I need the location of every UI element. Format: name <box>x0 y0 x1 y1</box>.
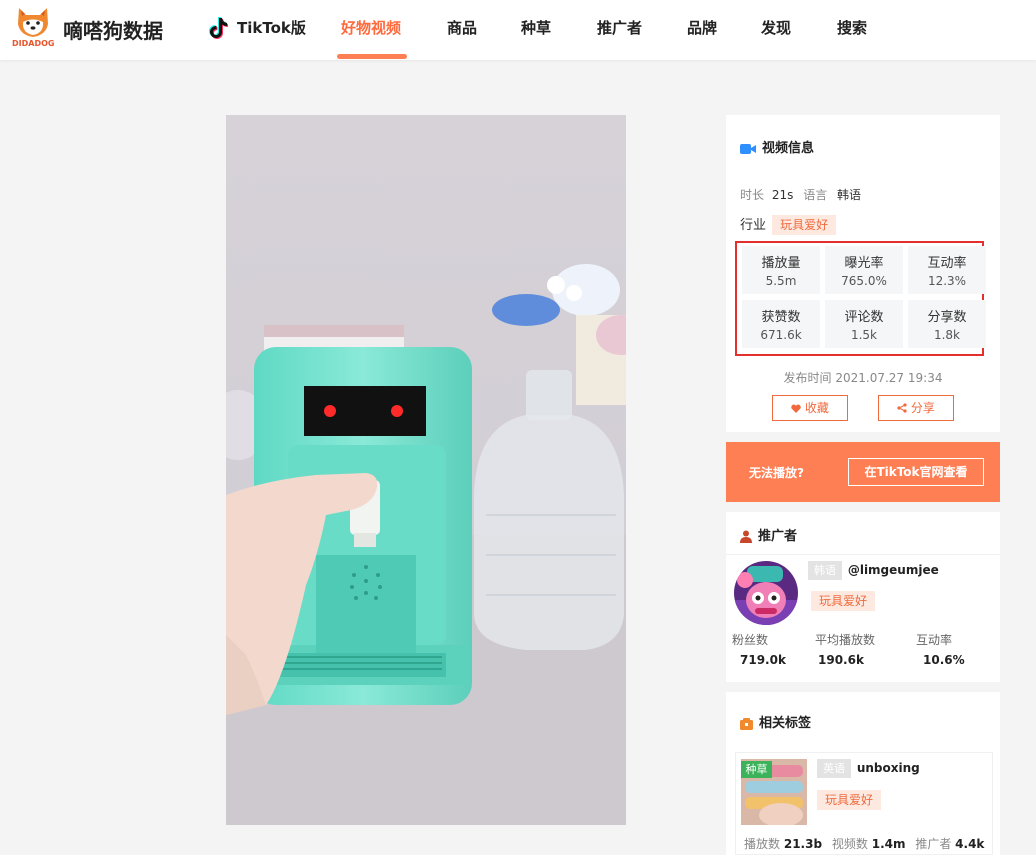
tag-promoters-value: 4.4k <box>955 837 985 851</box>
tag-name-row: 英语 unboxing <box>817 759 920 778</box>
stat-shares: 分享数 1.8k <box>908 300 986 348</box>
stat-value: 1.5k <box>850 328 878 342</box>
stat-likes: 获赞数 671.6k <box>742 300 820 348</box>
logo-text: DIDADOG <box>12 39 55 48</box>
promoter-title-text: 推广者 <box>758 529 798 544</box>
industry-tag[interactable]: 玩具爱好 <box>772 215 837 235</box>
related-tags-card: 相关标签 种草 英语 unboxing 玩具爱好 播放数 21.3b 视频数 1… <box>726 692 1000 855</box>
tag-category-row: 玩具爱好 <box>817 789 882 810</box>
video-stats-grid: 播放量 5.5m 曝光率 765.0% 互动率 12.3% 获赞数 671.6k… <box>735 241 986 356</box>
language-label: 语言 <box>803 188 828 202</box>
publish-time-value: 2021.07.27 19:34 <box>835 371 943 385</box>
industry-row: 行业 玩具爱好 <box>740 214 837 235</box>
divider <box>726 554 1000 555</box>
playback-fallback-bar: 无法播放? 在TikTok官网查看 <box>726 442 1000 502</box>
duration-row: 时长 21s 语言 韩语 <box>740 186 861 203</box>
engagement-value: 10.6% <box>923 653 965 667</box>
favorite-label: 收藏 <box>804 401 829 415</box>
share-button[interactable]: 分享 <box>878 395 954 421</box>
tiktok-icon <box>209 17 228 39</box>
stat-value: 1.8k <box>933 328 961 342</box>
heart-icon <box>791 404 801 413</box>
nav-brands[interactable]: 品牌 <box>687 0 717 60</box>
followers-label: 粉丝数 <box>732 633 769 647</box>
stat-label: 分享数 <box>927 310 967 325</box>
related-tags-title-text: 相关标签 <box>759 716 812 731</box>
nav-search[interactable]: 搜索 <box>837 0 867 60</box>
tag-folder-icon <box>740 717 753 730</box>
promoter-handle[interactable]: @limgeumjee <box>848 563 939 577</box>
related-tag-item[interactable]: 种草 英语 unboxing 玩具爱好 播放数 21.3b 视频数 1.4m 推… <box>735 752 993 855</box>
publish-time-row: 发布时间 2021.07.27 19:34 <box>726 369 1000 386</box>
stat-exposure-rate: 曝光率 765.0% <box>825 246 903 294</box>
nav-good-videos[interactable]: 好物视频 <box>341 0 401 60</box>
stat-label: 互动率 <box>927 256 967 271</box>
tag-videos-value: 1.4m <box>871 837 906 851</box>
tag-name[interactable]: unboxing <box>857 761 920 775</box>
tag-language: 英语 <box>817 759 851 778</box>
site-name[interactable]: 嘀嗒狗数据 <box>63 15 163 44</box>
avg-plays-value: 190.6k <box>818 653 864 667</box>
promoter-card: 推广者 韩语 @limgeumjee 玩具爱好 粉丝数 719.0k 平均播放数… <box>726 512 1000 682</box>
view-on-tiktok-button[interactable]: 在TikTok官网查看 <box>848 458 984 486</box>
stat-label: 播放量 <box>761 256 801 271</box>
promoter-category-row: 玩具爱好 <box>811 590 876 611</box>
video-info-title: 视频信息 <box>740 137 814 156</box>
stat-value: 5.5m <box>765 274 797 288</box>
duration-label: 时长 <box>740 188 765 202</box>
didadog-logo[interactable]: DIDADOG <box>12 6 54 52</box>
tag-category[interactable]: 玩具爱好 <box>817 790 882 810</box>
top-navbar: DIDADOG 嘀嗒狗数据 TikTok版 好物视频 商品 种草 推广者 品牌 … <box>0 0 1036 60</box>
stat-label: 曝光率 <box>844 256 884 271</box>
related-tags-title: 相关标签 <box>740 712 811 731</box>
nav-products[interactable]: 商品 <box>447 0 477 60</box>
shiba-dog-icon <box>18 8 48 37</box>
nav-seeding[interactable]: 种草 <box>521 0 551 60</box>
stat-comments: 评论数 1.5k <box>825 300 903 348</box>
active-nav-indicator <box>337 54 407 59</box>
share-label: 分享 <box>910 401 935 415</box>
publish-time-label: 发布时间 <box>783 371 832 385</box>
tag-stats-row: 播放数 21.3b 视频数 1.4m 推广者 4.4k <box>744 835 984 852</box>
share-icon <box>897 403 907 413</box>
stat-value: 12.3% <box>927 274 967 288</box>
tag-videos-label: 视频数 <box>831 837 868 851</box>
video-camera-icon <box>740 143 756 154</box>
duration-value: 21s <box>771 188 794 202</box>
language-value: 韩语 <box>837 188 862 202</box>
stat-label: 获赞数 <box>761 310 801 325</box>
promoter-name-row: 韩语 @limgeumjee <box>808 561 939 580</box>
video-player[interactable] <box>226 115 626 825</box>
tag-plays-label: 播放数 <box>744 837 781 851</box>
promoter-category-tag[interactable]: 玩具爱好 <box>811 591 876 611</box>
nav-tiktok[interactable]: TikTok版 <box>237 0 306 60</box>
user-icon <box>740 530 752 543</box>
followers-value: 719.0k <box>740 653 786 667</box>
industry-label: 行业 <box>740 218 767 233</box>
promoter-title: 推广者 <box>740 525 797 544</box>
nav-promoters[interactable]: 推广者 <box>597 0 642 60</box>
stat-value: 765.0% <box>841 274 887 288</box>
seeding-badge: 种草 <box>741 761 772 778</box>
video-info-card: 视频信息 时长 21s 语言 韩语 行业 玩具爱好 播放量 5.5m 曝光率 7… <box>726 115 1000 432</box>
nav-discover[interactable]: 发现 <box>761 0 791 60</box>
tag-plays-value: 21.3b <box>783 837 823 851</box>
tag-promoters-label: 推广者 <box>915 837 952 851</box>
stat-engagement-rate: 互动率 12.3% <box>908 246 986 294</box>
avg-plays-label: 平均播放数 <box>815 633 876 647</box>
promoter-language-tag: 韩语 <box>808 561 842 580</box>
stat-plays: 播放量 5.5m <box>742 246 820 294</box>
favorite-button[interactable]: 收藏 <box>772 395 848 421</box>
stat-value: 671.6k <box>760 328 802 342</box>
stat-label: 评论数 <box>844 310 884 325</box>
promoter-avatar[interactable] <box>733 560 799 626</box>
video-info-title-text: 视频信息 <box>762 141 815 156</box>
video-frame-image <box>226 115 626 825</box>
engagement-label: 互动率 <box>916 633 953 647</box>
cannot-play-text: 无法播放? <box>749 466 804 480</box>
